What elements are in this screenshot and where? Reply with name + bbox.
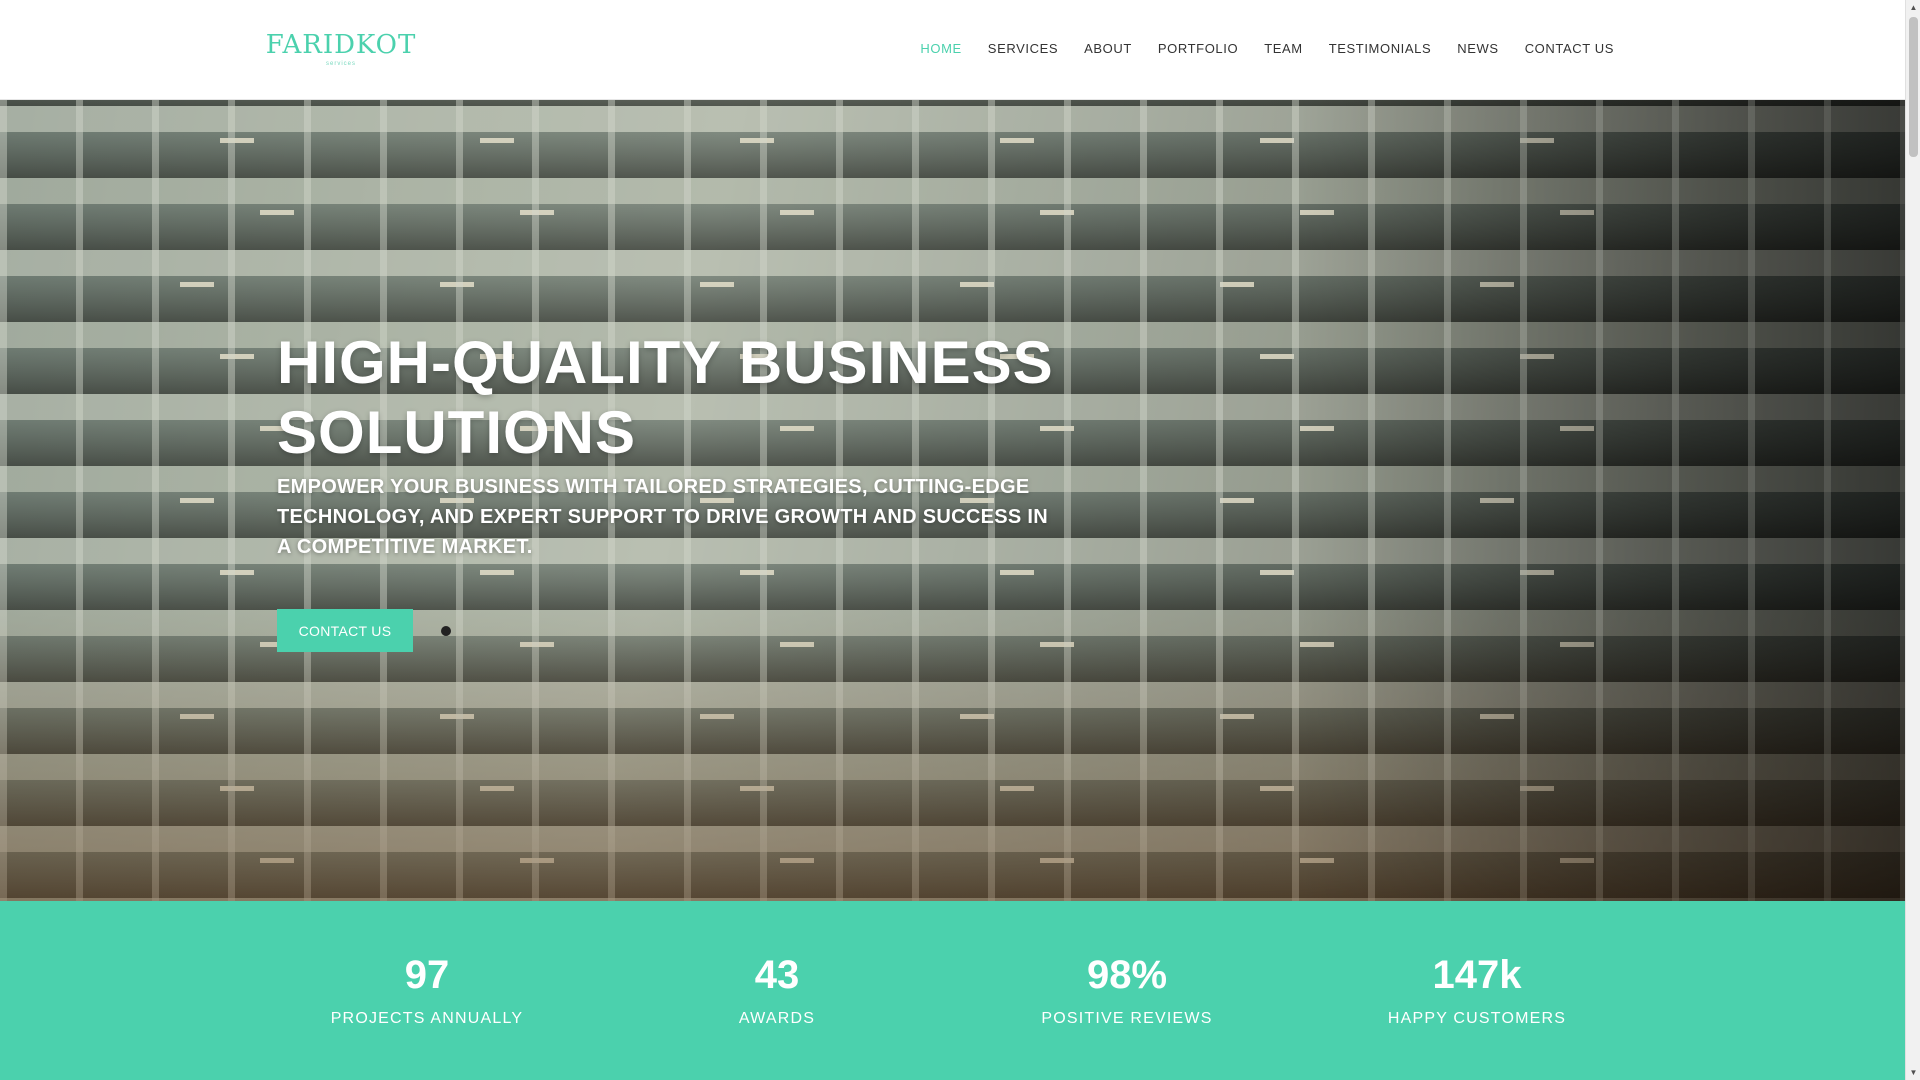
logo-text: FARIDKOT	[265, 30, 417, 60]
scroll-thumb[interactable]	[1909, 17, 1918, 157]
slider-dot[interactable]	[441, 626, 451, 636]
hero-content: HIGH-QUALITY BUSINESS SOLUTIONS EMPOWER …	[277, 328, 1057, 562]
nav-item-testimonials[interactable]: TESTIMONIALS	[1316, 38, 1445, 60]
nav-item-home[interactable]: HOME	[907, 38, 974, 60]
page-scrollbar[interactable]: ▲ ▼	[1905, 0, 1920, 1080]
page: FARIDKOT services HOME SERVICES ABOUT PO…	[0, 0, 1905, 1080]
stat-value: 43	[754, 953, 800, 997]
stat-value: 97	[404, 953, 450, 997]
chevron-down-icon[interactable]: ▼	[1906, 1065, 1920, 1080]
stat-value: 98%	[1086, 953, 1168, 997]
stat-customers: 147k HAPPY CUSTOMERS	[1327, 951, 1627, 1029]
stat-awards: 43 AWARDS	[627, 951, 927, 1029]
chevron-up-icon[interactable]: ▲	[1906, 0, 1920, 15]
main-nav: HOME SERVICES ABOUT PORTFOLIO TEAM TESTI…	[907, 38, 1627, 60]
stat-value: 147k	[1432, 953, 1522, 997]
nav-item-about[interactable]: ABOUT	[1071, 38, 1145, 60]
brand-logo[interactable]: FARIDKOT services	[266, 30, 416, 70]
stat-label: HAPPY CUSTOMERS	[1387, 1010, 1567, 1027]
contact-us-button[interactable]: CONTACT US	[277, 609, 413, 652]
stats-section: 97 PROJECTS ANNUALLY 43 AWARDS 98% POSIT…	[0, 901, 1905, 1080]
nav-item-contact-us[interactable]: CONTACT US	[1512, 38, 1627, 60]
nav-item-portfolio[interactable]: PORTFOLIO	[1145, 38, 1251, 60]
nav-item-team[interactable]: TEAM	[1251, 38, 1316, 60]
nav-item-services[interactable]: SERVICES	[975, 38, 1071, 60]
hero-subtitle: EMPOWER YOUR BUSINESS WITH TAILORED STRA…	[277, 476, 1048, 558]
stat-projects: 97 PROJECTS ANNUALLY	[277, 951, 577, 1029]
hero-section: HIGH-QUALITY BUSINESS SOLUTIONS EMPOWER …	[0, 100, 1905, 901]
stat-label: PROJECTS ANNUALLY	[330, 1010, 524, 1027]
hero-title: HIGH-QUALITY BUSINESS SOLUTIONS	[277, 329, 1054, 466]
nav-item-news[interactable]: NEWS	[1444, 38, 1511, 60]
logo-subtext: services	[325, 61, 356, 67]
stat-reviews: 98% POSITIVE REVIEWS	[977, 951, 1277, 1029]
site-header: FARIDKOT services HOME SERVICES ABOUT PO…	[0, 0, 1905, 100]
stat-label: AWARDS	[738, 1010, 816, 1027]
stat-label: POSITIVE REVIEWS	[1041, 1010, 1213, 1027]
